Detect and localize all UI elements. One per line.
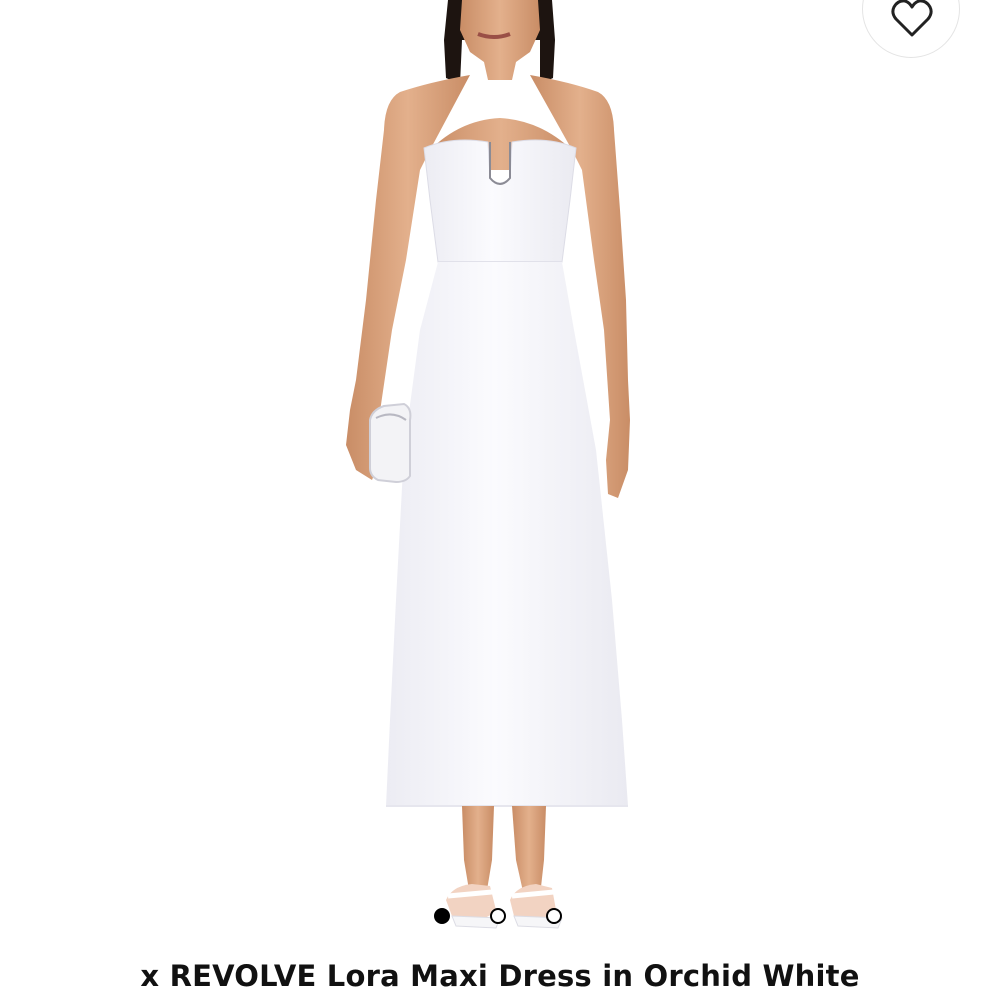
heart-icon (891, 0, 933, 37)
carousel-dot-2[interactable] (490, 908, 506, 924)
carousel-dot-3[interactable] (546, 908, 562, 924)
product-image[interactable] (0, 0, 1000, 945)
product-photo (346, 0, 630, 929)
product-page: x REVOLVE Lora Maxi Dress in Orchid Whit… (0, 0, 1000, 1000)
image-carousel-dots (434, 906, 562, 926)
carousel-dot-1[interactable] (434, 908, 450, 924)
product-title: x REVOLVE Lora Maxi Dress in Orchid Whit… (140, 959, 860, 993)
